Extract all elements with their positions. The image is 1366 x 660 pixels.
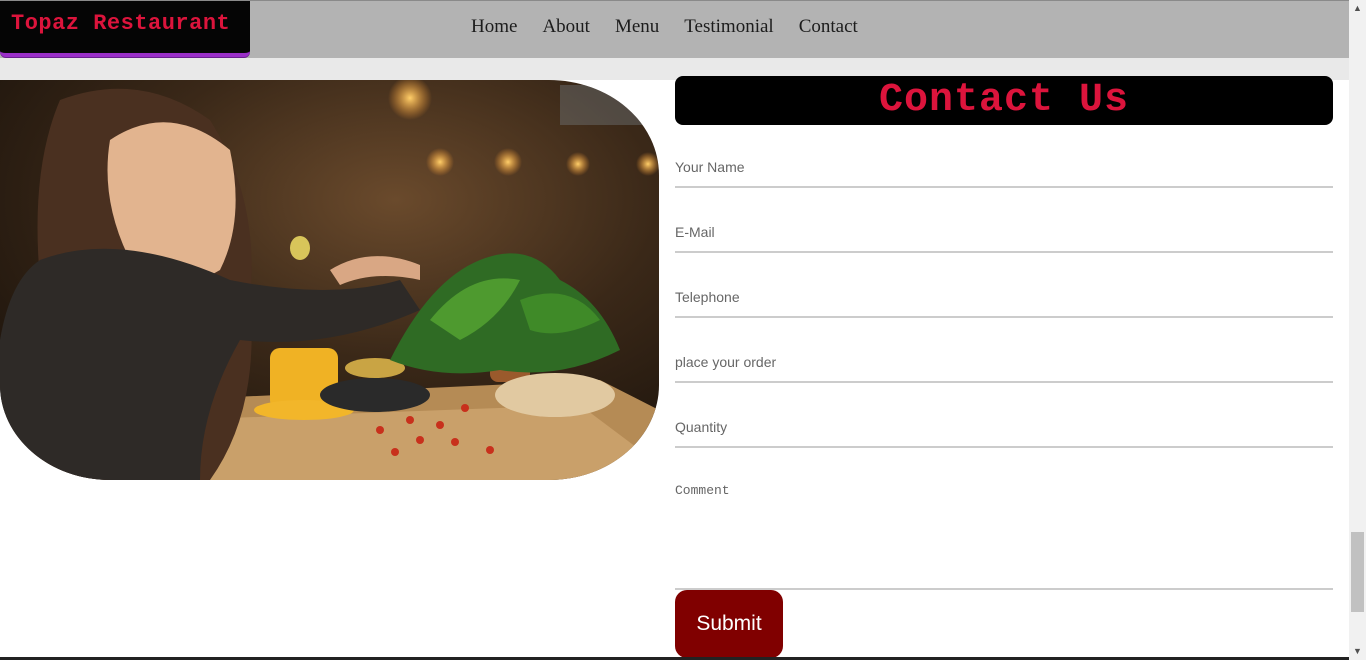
- restaurant-photo: [0, 80, 659, 480]
- nav-links: Home About Menu Testimonial Contact: [471, 16, 883, 38]
- contact-title: Contact Us: [675, 76, 1333, 125]
- email-field[interactable]: [675, 213, 1333, 253]
- nav-testimonial[interactable]: Testimonial: [684, 16, 773, 38]
- submit-button[interactable]: Submit: [675, 590, 783, 658]
- nav-about[interactable]: About: [542, 16, 590, 38]
- contact-title-text: Contact Us: [878, 78, 1130, 123]
- navbar: Topaz Restaurant Home About Menu Testimo…: [0, 0, 1349, 58]
- nav-menu[interactable]: Menu: [615, 16, 659, 38]
- scroll-up-icon[interactable]: ▲: [1349, 0, 1366, 17]
- quantity-field[interactable]: [675, 408, 1333, 448]
- nav-home[interactable]: Home: [471, 16, 517, 38]
- scroll-down-icon[interactable]: ▼: [1349, 643, 1366, 660]
- nav-contact[interactable]: Contact: [799, 16, 858, 38]
- comment-field[interactable]: [675, 478, 1333, 590]
- name-field[interactable]: [675, 148, 1333, 188]
- scrollbar-thumb[interactable]: [1351, 532, 1364, 612]
- brand-logo[interactable]: Topaz Restaurant: [0, 1, 250, 57]
- brand-name[interactable]: Topaz Restaurant: [11, 11, 230, 36]
- order-field[interactable]: [675, 343, 1333, 383]
- vertical-scrollbar[interactable]: ▲ ▼: [1349, 0, 1366, 660]
- telephone-field[interactable]: [675, 278, 1333, 318]
